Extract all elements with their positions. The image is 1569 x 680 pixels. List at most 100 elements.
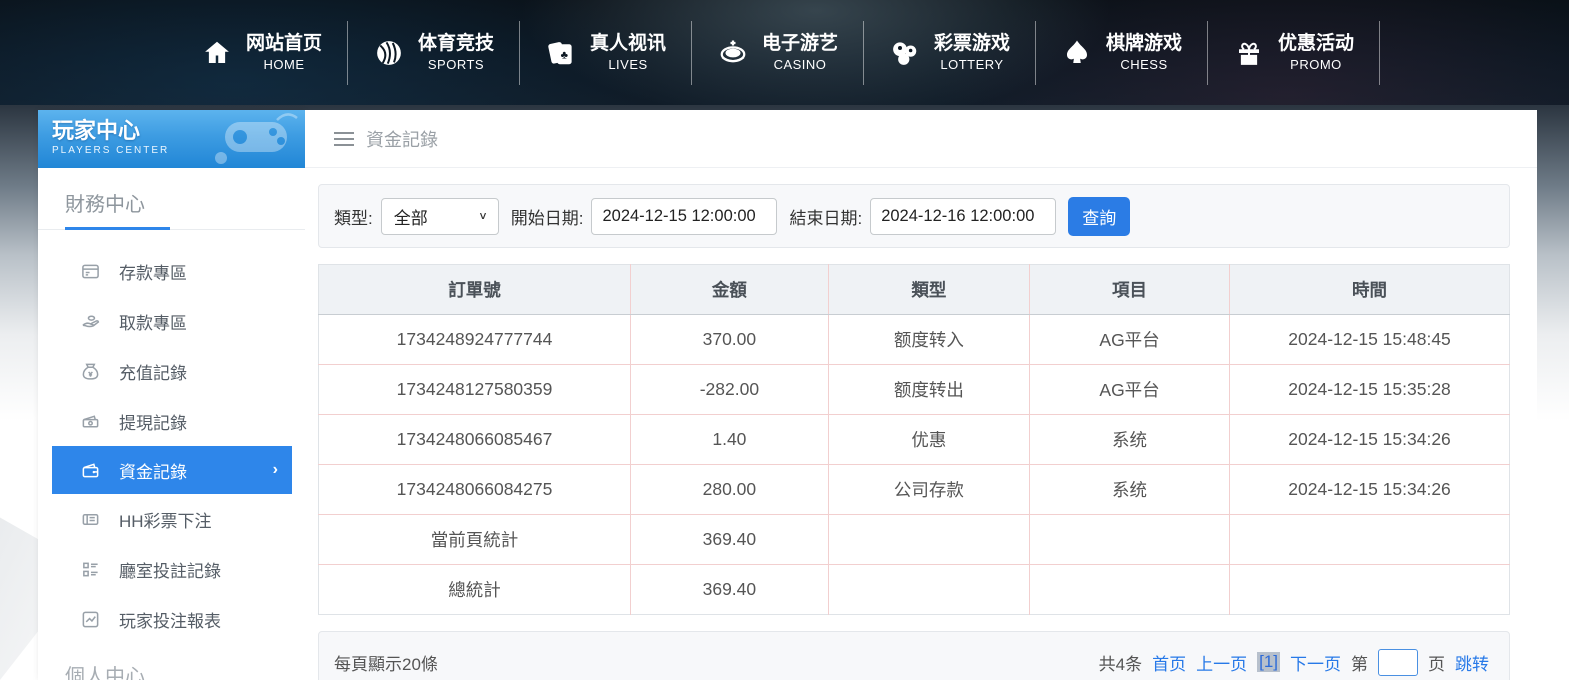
- jump-suffix: 页: [1428, 650, 1445, 675]
- table-row: 1734248066085467 1.40 优惠 系统 2024-12-15 1…: [319, 415, 1510, 465]
- prev-page-link[interactable]: 上一页: [1196, 650, 1247, 675]
- end-date-input[interactable]: [870, 198, 1056, 235]
- cell-order-no: 1734248066085467: [319, 415, 631, 465]
- cell-amount: -282.00: [631, 365, 829, 415]
- total-count: 共4条: [1099, 650, 1142, 675]
- table-row: 1734248127580359 -282.00 额度转出 AG平台 2024-…: [319, 365, 1510, 415]
- sidebar-item-player-bet-report[interactable]: 玩家投注報表: [38, 594, 305, 644]
- jump-prefix: 第: [1351, 650, 1368, 675]
- sports-icon: [373, 37, 405, 69]
- moneybag-icon: [80, 361, 100, 381]
- list-icon: [80, 559, 100, 579]
- cell-label: 當前頁統計: [319, 515, 631, 565]
- cell-time: 2024-12-15 15:34:26: [1230, 415, 1510, 465]
- funds-table-wrap: 訂單號 金額 類型 項目 時間 1734248924777744 370.00 …: [318, 264, 1510, 615]
- col-amount: 金額: [631, 265, 829, 315]
- type-label: 類型:: [334, 204, 373, 229]
- sidebar-item-withdraw[interactable]: 取款專區: [38, 296, 305, 346]
- cell-time: 2024-12-15 15:48:45: [1230, 315, 1510, 365]
- next-page-link[interactable]: 下一页: [1290, 650, 1341, 675]
- cell-project: AG平台: [1030, 315, 1230, 365]
- jump-go-link[interactable]: 跳转: [1455, 650, 1489, 675]
- cell-time: 2024-12-15 15:34:26: [1230, 465, 1510, 515]
- nav-item-lives[interactable]: ♣ 真人视讯LIVES: [520, 21, 692, 85]
- cell-label: 總統計: [319, 565, 631, 615]
- cell-project: AG平台: [1030, 365, 1230, 415]
- chevron-right-icon: ›: [273, 461, 278, 479]
- cell-amount: 1.40: [631, 415, 829, 465]
- search-button[interactable]: 查詢: [1068, 197, 1130, 236]
- players-center-header: 玩家中心 PLAYERS CENTER: [38, 110, 305, 168]
- col-project: 項目: [1030, 265, 1230, 315]
- gift-icon: [1233, 37, 1265, 69]
- cell-amount: 369.40: [631, 515, 829, 565]
- cell-amount: 280.00: [631, 465, 829, 515]
- nav-item-lottery[interactable]: 彩票游戏LOTTERY: [864, 21, 1036, 85]
- jump-page-input[interactable]: [1378, 649, 1418, 676]
- col-order-no: 訂單號: [319, 265, 631, 315]
- cell-order-no: 1734248127580359: [319, 365, 631, 415]
- roulette-icon: [717, 37, 749, 69]
- col-type: 類型: [828, 265, 1029, 315]
- sidebar-menu: 存款專區 取款專區 充值記錄 提現記錄 資金記錄 ›: [38, 238, 305, 644]
- end-date-label: 結束日期:: [789, 204, 862, 229]
- menu-icon[interactable]: [334, 132, 354, 146]
- cell-amount: 369.40: [631, 565, 829, 615]
- cell-type: 额度转入: [828, 315, 1029, 365]
- type-select-value: 全部: [394, 204, 428, 229]
- nav-item-sports[interactable]: 体育竞技SPORTS: [348, 21, 520, 85]
- cell-project: 系统: [1030, 415, 1230, 465]
- cell-type: 额度转出: [828, 365, 1029, 415]
- cards-icon: ♣: [545, 37, 577, 69]
- cell-time: 2024-12-15 15:35:28: [1230, 365, 1510, 415]
- cell-order-no: 1734248924777744: [319, 315, 631, 365]
- home-icon: [201, 37, 233, 69]
- start-date-input[interactable]: [591, 198, 777, 235]
- sidebar-item-withdraw-record[interactable]: 提現記錄: [38, 396, 305, 446]
- per-page-info: 每頁顯示20條: [334, 650, 438, 675]
- first-page-link[interactable]: 首页: [1152, 650, 1186, 675]
- top-navigation: 网站首页HOME 体育竞技SPORTS ♣ 真人视讯LIVES 电子游艺CASI…: [0, 0, 1569, 105]
- wallet-icon: [80, 460, 100, 480]
- report-icon: [80, 609, 100, 629]
- sidebar-item-hh-lottery-bets[interactable]: HH彩票下注: [38, 494, 305, 544]
- sidebar-item-hall-bet-record[interactable]: 廳室投註記錄: [38, 544, 305, 594]
- start-date-label: 開始日期:: [511, 204, 584, 229]
- section-personal-center: 個人中心: [38, 644, 305, 680]
- cell-project: 系统: [1030, 465, 1230, 515]
- spade-icon: [1061, 37, 1093, 69]
- banknote-icon: [80, 411, 100, 431]
- nav-item-home[interactable]: 网站首页HOME: [176, 21, 348, 85]
- current-page: [1]: [1257, 652, 1280, 672]
- svg-text:♣: ♣: [561, 49, 569, 61]
- funds-table: 訂單號 金額 類型 項目 時間 1734248924777744 370.00 …: [318, 264, 1510, 615]
- main-panel: 資金記錄 類型: 全部 ∨ 開始日期: 結束日期: 查詢 訂單號 金額 類型 項…: [305, 110, 1537, 680]
- table-row-page-total: 當前頁統計 369.40: [319, 515, 1510, 565]
- deposit-card-icon: [80, 261, 100, 281]
- nav-item-promo[interactable]: 优惠活动PROMO: [1208, 21, 1380, 85]
- sidebar-item-recharge-record[interactable]: 充值記錄: [38, 346, 305, 396]
- section-divider: [38, 229, 305, 230]
- chevron-down-icon: ∨: [478, 210, 488, 223]
- type-select[interactable]: 全部 ∨: [381, 198, 499, 235]
- sidebar-item-deposit[interactable]: 存款專區: [38, 246, 305, 296]
- withdraw-hand-icon: [80, 311, 100, 331]
- ticket-icon: [80, 509, 100, 529]
- sidebar-item-funds-record[interactable]: 資金記錄 ›: [52, 446, 292, 494]
- cell-order-no: 1734248066084275: [319, 465, 631, 515]
- gamepad-icon: [207, 112, 299, 166]
- nav-item-casino[interactable]: 电子游艺CASINO: [692, 21, 864, 85]
- nav-item-chess[interactable]: 棋牌游戏CHESS: [1036, 21, 1208, 85]
- table-row: 1734248924777744 370.00 额度转入 AG平台 2024-1…: [319, 315, 1510, 365]
- lottery-icon: [889, 37, 921, 69]
- page-title: 資金記錄: [366, 126, 438, 152]
- breadcrumb: 資金記錄: [305, 110, 1537, 168]
- cell-type: 公司存款: [828, 465, 1029, 515]
- section-finance-center: 財務中心: [38, 168, 305, 229]
- table-row: 1734248066084275 280.00 公司存款 系统 2024-12-…: [319, 465, 1510, 515]
- pagination-bar: 每頁顯示20條 共4条 首页 上一页 [1] 下一页 第 页 跳转: [318, 631, 1510, 680]
- table-header-row: 訂單號 金額 類型 項目 時間: [319, 265, 1510, 315]
- sidebar: 玩家中心 PLAYERS CENTER 財務中心 存款專區 取款專區: [38, 110, 305, 680]
- filter-bar: 類型: 全部 ∨ 開始日期: 結束日期: 查詢: [318, 184, 1510, 248]
- col-time: 時間: [1230, 265, 1510, 315]
